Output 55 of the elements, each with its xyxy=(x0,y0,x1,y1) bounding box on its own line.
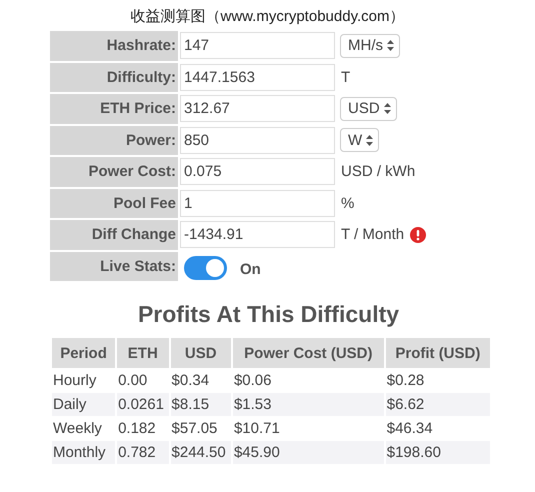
field-label: Pool Fee xyxy=(50,188,178,218)
unit-select[interactable]: W xyxy=(340,128,380,152)
unit-label: T / Month xyxy=(341,226,404,244)
unit-select[interactable]: USD xyxy=(340,96,397,121)
table-cell: 0.0261 xyxy=(117,393,169,416)
table-cell: $1.53 xyxy=(232,393,384,416)
table-cell-text: $0.06 xyxy=(232,371,272,391)
input-field[interactable]: -1434.91 xyxy=(180,221,335,248)
table-cell-text: Hourly xyxy=(52,371,98,391)
field-label: Power Cost: xyxy=(50,157,178,186)
column-header: ETH xyxy=(117,338,169,368)
field-label: Power: xyxy=(50,126,178,155)
table-cell: $244.50 xyxy=(170,441,231,464)
table-cell-text: $0.34 xyxy=(170,371,210,391)
column-header: Profit (USD) xyxy=(386,338,490,368)
input-field[interactable]: 1447.1563 xyxy=(180,64,335,91)
unit-select[interactable]: MH/s xyxy=(340,34,400,58)
toggle-state: On xyxy=(240,260,261,278)
page-caption: 收益测算图（www.mycryptobuddy.com） xyxy=(130,7,406,25)
table-cell-text: $57.05 xyxy=(170,419,218,439)
input-field[interactable]: 0.075 xyxy=(180,158,335,186)
updown-icon xyxy=(366,134,374,146)
column-header: USD xyxy=(170,338,231,368)
unit-label: USD / kWh xyxy=(341,163,416,180)
table-cell-text: Weekly xyxy=(52,419,103,439)
updown-icon xyxy=(387,40,394,52)
input-field[interactable]: 1 xyxy=(180,190,335,217)
field-label: Diff Change xyxy=(50,220,178,250)
table-cell: $198.60 xyxy=(386,441,490,464)
toggle-switch[interactable] xyxy=(184,256,227,280)
table-cell-text: $0.28 xyxy=(386,371,426,391)
table-cell-text: 0.00 xyxy=(117,371,148,391)
field-label: Hashrate: xyxy=(50,31,178,60)
table-cell: $45.90 xyxy=(232,441,384,464)
input-field[interactable]: 147 xyxy=(180,32,335,60)
input-field[interactable]: 312.67 xyxy=(180,95,335,122)
table-cell: Monthly xyxy=(52,441,116,464)
table-cell: $8.15 xyxy=(170,393,231,416)
updown-icon xyxy=(384,103,391,114)
table-cell-text: $46.34 xyxy=(386,419,434,439)
unit-label: % xyxy=(341,194,354,212)
table-cell-text: $10.71 xyxy=(232,419,281,439)
section-title: Profits At This Difficulty xyxy=(136,301,400,329)
unit-label: T xyxy=(341,68,350,86)
field-label: Live Stats: xyxy=(50,252,178,281)
table-cell: 0.782 xyxy=(117,441,169,464)
column-header: Power Cost (USD) xyxy=(232,338,384,368)
column-header: Period xyxy=(52,338,116,368)
table-cell: $6.62 xyxy=(386,393,490,416)
field-label: Difficulty: xyxy=(50,62,178,92)
table-cell-text: 0.182 xyxy=(117,419,157,439)
input-field[interactable]: 850 xyxy=(180,126,335,154)
field-label: ETH Price: xyxy=(50,94,178,124)
warning-icon xyxy=(410,226,426,243)
table-cell: Daily xyxy=(52,393,116,416)
